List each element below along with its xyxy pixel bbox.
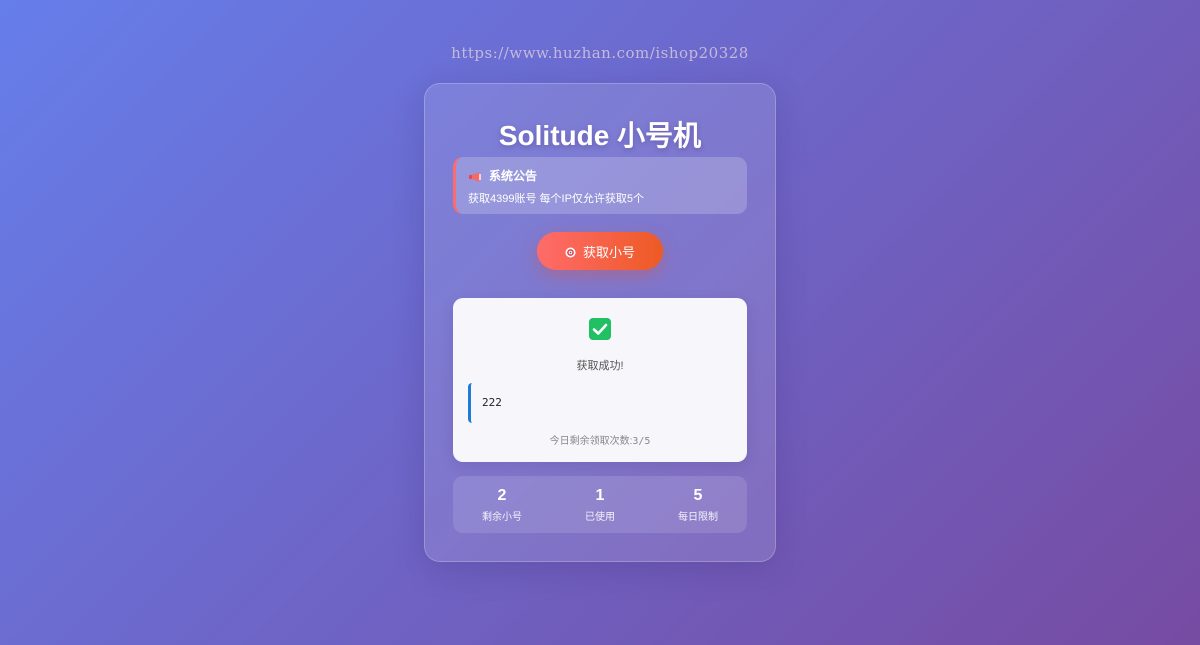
success-message: 获取成功!: [576, 360, 624, 372]
stat-value: 5: [693, 486, 703, 504]
stat-used: 1 已使用: [551, 487, 649, 523]
account-value[interactable]: 222: [468, 383, 732, 423]
stat-remaining: 2 剩余小号: [453, 487, 551, 523]
stat-value: 2: [497, 486, 507, 504]
watermark-url: https://www.huzhan.com/ishop20328: [451, 44, 749, 62]
stat-daily-limit: 5 每日限制: [649, 487, 747, 523]
stat-label: 已使用: [585, 511, 615, 523]
main-card: Solitude 小号机 系统公告 获取4399账号 每个IP仅允许获取5个 获: [424, 83, 776, 562]
system-notice: 系统公告 获取4399账号 每个IP仅允许获取5个: [453, 157, 747, 214]
page-title: Solitude 小号机: [498, 120, 702, 151]
result-panel: 获取成功! 222 今日剩余领取次数:3/5: [453, 298, 747, 462]
get-account-label: 获取小号: [582, 244, 635, 260]
stats-bar: 2 剩余小号 1 已使用 5 每日限制: [453, 476, 747, 533]
notice-header: 系统公告: [468, 167, 735, 184]
remaining-value: 3/5: [632, 436, 651, 447]
stat-label: 剩余小号: [482, 511, 522, 523]
get-account-button[interactable]: 获取小号: [537, 232, 663, 270]
target-icon: [565, 246, 576, 257]
check-icon: [589, 318, 611, 340]
stat-label: 每日限制: [678, 511, 718, 523]
remaining-label: 今日剩余领取次数:: [549, 436, 633, 447]
notice-heading: 系统公告: [489, 169, 538, 183]
megaphone-icon: [468, 171, 482, 182]
notice-text: 获取4399账号 每个IP仅允许获取5个: [468, 193, 645, 205]
stat-value: 1: [595, 486, 605, 504]
remaining-count: 今日剩余领取次数:3/5: [453, 432, 747, 447]
